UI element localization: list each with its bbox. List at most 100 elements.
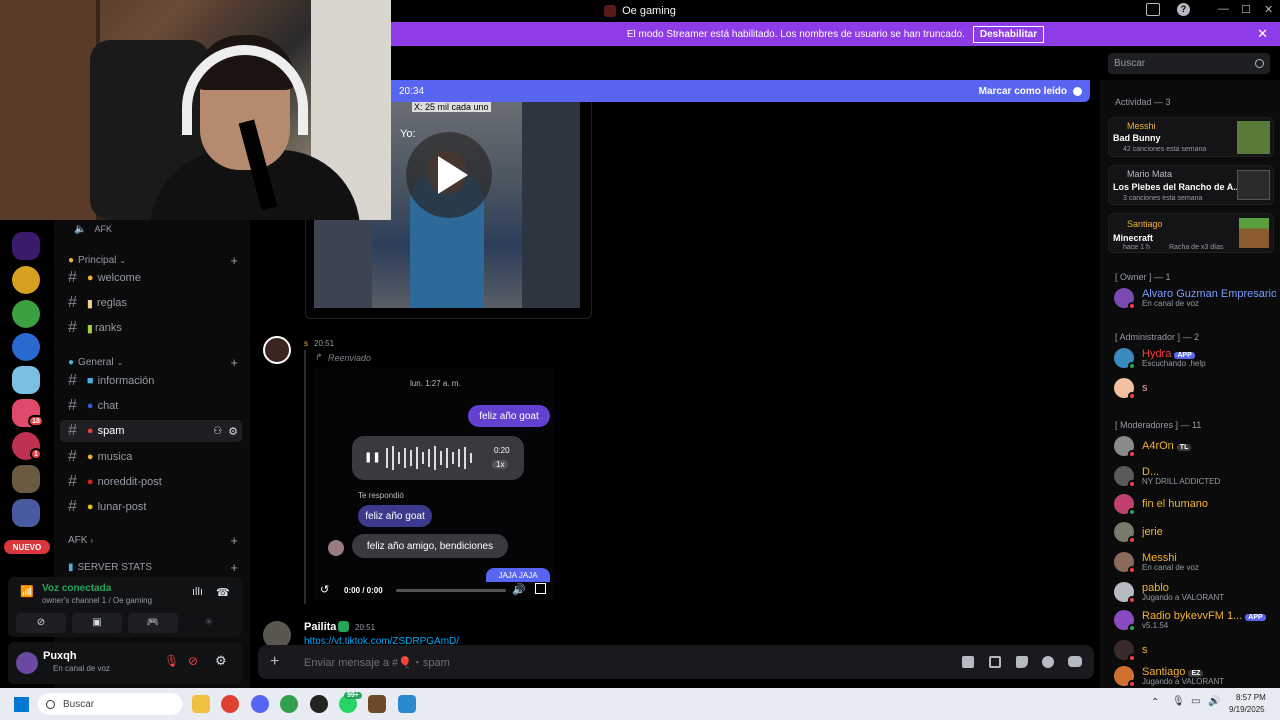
- chrome-icon[interactable]: [280, 695, 298, 713]
- sticker-icon[interactable]: [1016, 656, 1028, 668]
- minecraft-icon[interactable]: [368, 695, 386, 713]
- activity-card[interactable]: Santiago Minecraft hace 1 h Racha de x3 …: [1108, 213, 1274, 253]
- soundboard-button[interactable]: ✳: [184, 613, 234, 633]
- search-input[interactable]: Buscar: [1108, 53, 1270, 74]
- member-item[interactable]: Hydra APP Escuchando .help: [1114, 346, 1276, 370]
- avatar[interactable]: [263, 336, 291, 364]
- windows-start-icon[interactable]: [14, 697, 29, 712]
- apps-icon[interactable]: [1068, 656, 1082, 667]
- channel-spam[interactable]: # ● spam ⚇ ⚙: [60, 420, 242, 442]
- volume-icon[interactable]: 🔊: [512, 583, 526, 596]
- server-icon[interactable]: [12, 333, 40, 361]
- add-attachment-icon[interactable]: +: [270, 653, 290, 671]
- server-icon[interactable]: [12, 366, 40, 394]
- message-input[interactable]: Enviar mensaje a #🎈・spam: [304, 654, 450, 670]
- member-item[interactable]: s: [1114, 638, 1276, 662]
- message-author[interactable]: Pailita: [304, 621, 336, 633]
- forwarded-video[interactable]: lun. 1:27 a. m. feliz año goat ❚❚ 0:20 1…: [314, 368, 554, 600]
- category-general[interactable]: ● General ⌄ +: [68, 355, 238, 370]
- channel-informacion[interactable]: # ■ información: [60, 370, 242, 392]
- close-window-icon[interactable]: ✕: [1264, 3, 1273, 16]
- disable-streamer-button[interactable]: Deshabilitar: [972, 25, 1045, 43]
- notepad-icon[interactable]: [398, 695, 416, 713]
- deafen-icon[interactable]: ⊘: [188, 654, 198, 668]
- gif-icon[interactable]: [989, 656, 1001, 668]
- member-item[interactable]: pablo Jugando a VALORANT: [1114, 580, 1276, 604]
- tray-chevron-icon[interactable]: ⌃: [1151, 697, 1159, 708]
- category-afk[interactable]: AFK › +: [68, 533, 238, 548]
- mute-icon[interactable]: 🎙: [164, 654, 179, 668]
- server-icon[interactable]: [12, 232, 40, 260]
- add-channel-icon[interactable]: +: [230, 355, 238, 370]
- channel-noreddit-post[interactable]: # ● noreddit-post: [60, 471, 242, 493]
- add-channel-icon[interactable]: +: [230, 560, 238, 575]
- add-channel-icon[interactable]: +: [230, 533, 238, 548]
- hashtag-icon: #: [68, 448, 77, 465]
- member-item[interactable]: D... NY DRILL ADDICTED: [1114, 464, 1276, 488]
- new-server-badge[interactable]: NUEVO: [4, 540, 50, 554]
- network-icon[interactable]: ▭: [1191, 696, 1200, 707]
- member-item[interactable]: fin el humano: [1114, 492, 1276, 516]
- minimize-icon[interactable]: —: [1218, 3, 1229, 15]
- gift-icon[interactable]: [962, 656, 974, 668]
- server-icon[interactable]: [12, 266, 40, 294]
- help-icon[interactable]: ?: [1177, 3, 1190, 16]
- maximize-icon[interactable]: ☐: [1241, 3, 1251, 16]
- server-icon[interactable]: [12, 499, 40, 527]
- channel-lunar-post[interactable]: # ● lunar-post: [60, 496, 242, 518]
- member-item[interactable]: A4rOn TL: [1114, 434, 1276, 458]
- activity-card[interactable]: Messhi Bad Bunny 42 canciones esta seman…: [1108, 117, 1274, 157]
- user-name[interactable]: Puxqh: [43, 650, 77, 662]
- noise-suppression-icon[interactable]: ıllı: [192, 586, 203, 598]
- new-messages-bar[interactable]: 20:34 Marcar como leído: [391, 80, 1090, 102]
- avatar[interactable]: [16, 652, 38, 674]
- taskbar-search[interactable]: Buscar: [38, 693, 182, 715]
- member-item[interactable]: Messhi En canal de voz: [1114, 550, 1276, 574]
- server-icon[interactable]: [12, 300, 40, 328]
- member-item[interactable]: jerie: [1114, 520, 1276, 544]
- video-progress[interactable]: [396, 589, 506, 592]
- camera-button[interactable]: ⊘: [16, 613, 66, 633]
- channel-musica[interactable]: # ● musica: [60, 446, 242, 468]
- fullscreen-icon[interactable]: [535, 583, 546, 594]
- channel-welcome[interactable]: # ● welcome: [60, 267, 242, 289]
- voice-channel-afk[interactable]: 🔈 AFK: [66, 218, 248, 240]
- clock-date[interactable]: 9/19/2025: [1229, 705, 1265, 714]
- screen-share-button[interactable]: ▣: [72, 613, 122, 633]
- mark-as-read-button[interactable]: Marcar como leído: [979, 86, 1067, 97]
- discord-icon[interactable]: [251, 695, 269, 713]
- disconnect-icon[interactable]: ☎: [216, 586, 230, 599]
- emoji-icon[interactable]: [1042, 656, 1054, 668]
- category-server-stats[interactable]: ▮ SERVER STATS +: [68, 560, 238, 575]
- message-link[interactable]: https://vt.tiktok.com/ZSDRPGAmD/: [304, 636, 459, 644]
- voice-channel[interactable]: owner's channel 1 / Oe gaming: [42, 596, 152, 605]
- obs-icon[interactable]: [310, 695, 328, 713]
- gear-icon[interactable]: ⚙: [215, 653, 227, 669]
- member-status: NY DRILL ADDICTED: [1142, 476, 1221, 486]
- gear-icon[interactable]: ⚙: [228, 425, 238, 438]
- replay-icon[interactable]: ↺: [320, 583, 329, 596]
- volume-tray-icon[interactable]: 🔊: [1208, 696, 1220, 707]
- message-composer[interactable]: + Enviar mensaje a #🎈・spam: [258, 645, 1094, 679]
- channel-reglas[interactable]: # ▮ reglas: [60, 292, 242, 314]
- message-author[interactable]: s: [304, 339, 308, 348]
- chrome-icon[interactable]: [221, 695, 239, 713]
- inbox-icon[interactable]: [1146, 3, 1160, 16]
- close-icon[interactable]: ✕: [1257, 26, 1268, 42]
- member-item[interactable]: Santiago EZ Jugando a VALORANT: [1114, 664, 1276, 688]
- activity-card[interactable]: Mario Mata Los Plebes del Rancho de A...…: [1108, 165, 1274, 205]
- channel-chat[interactable]: # ● chat: [60, 395, 242, 417]
- invite-icon[interactable]: ⚇: [213, 426, 222, 437]
- member-item[interactable]: Radio bykevvFM 1... APP v5.1.54: [1114, 608, 1276, 632]
- microphone-tray-icon[interactable]: 🎙: [1172, 696, 1185, 707]
- play-button[interactable]: [406, 132, 492, 218]
- channel-ranks[interactable]: # ▮ ranks: [60, 317, 242, 339]
- add-channel-icon[interactable]: +: [230, 253, 238, 268]
- activities-button[interactable]: 🎮: [128, 613, 178, 633]
- category-principal[interactable]: ● Principal ⌄ +: [68, 253, 238, 268]
- member-item[interactable]: Alvaro Guzman Empresario En canal de voz: [1114, 286, 1276, 310]
- member-item[interactable]: s: [1114, 376, 1276, 400]
- clock-time[interactable]: 8:57 PM: [1236, 693, 1266, 702]
- file-explorer-icon[interactable]: [192, 695, 210, 713]
- server-icon[interactable]: [12, 465, 40, 493]
